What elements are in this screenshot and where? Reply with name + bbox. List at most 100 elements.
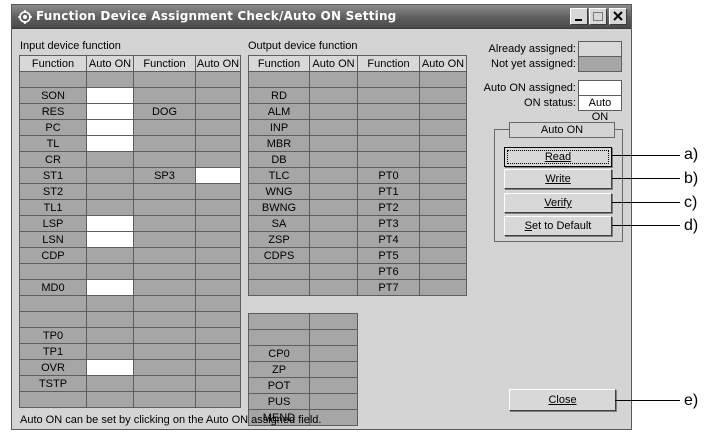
set-default-label: et to Default: [532, 220, 592, 232]
input-auto-on-cell[interactable]: [195, 343, 241, 360]
output-auto-on-cell[interactable]: [309, 135, 358, 152]
input-auto-on-cell[interactable]: [195, 151, 241, 168]
output-auto-on-cell[interactable]: [309, 151, 358, 168]
write-button[interactable]: Write: [504, 169, 612, 189]
input-auto-on-cell[interactable]: [86, 311, 134, 328]
output-auto-on-cell[interactable]: [419, 231, 467, 248]
input-auto-on-cell[interactable]: [195, 199, 241, 216]
input-auto-on-cell[interactable]: [86, 183, 134, 200]
output-auto-on-cell[interactable]: [309, 119, 358, 136]
output-auto-on-cell[interactable]: [419, 279, 467, 296]
output-auto-on-cell[interactable]: [419, 247, 467, 264]
output-auto-on-cell[interactable]: [309, 87, 358, 104]
output-auto-on-cell[interactable]: [309, 377, 358, 394]
input-auto-on-cell[interactable]: [86, 103, 134, 120]
output-auto-on-cell[interactable]: [309, 345, 358, 362]
input-auto-on-cell[interactable]: [86, 119, 134, 136]
output-auto-on-cell[interactable]: [309, 167, 358, 184]
input-auto-on-cell[interactable]: [195, 311, 241, 328]
input-auto-on-cell[interactable]: [86, 359, 134, 376]
input-auto-on-cell[interactable]: [86, 279, 134, 296]
output-auto-on-cell[interactable]: [309, 313, 358, 330]
input-auto-on-cell[interactable]: [86, 167, 134, 184]
output-auto-on-cell[interactable]: [309, 329, 358, 346]
input-auto-on-cell[interactable]: [86, 391, 134, 408]
close-window-button[interactable]: [609, 8, 627, 25]
input-auto-on-cell[interactable]: [195, 231, 241, 248]
output-auto-on-cell[interactable]: [419, 151, 467, 168]
output-auto-on-cell[interactable]: [309, 103, 358, 120]
input-auto-on-cell[interactable]: [86, 135, 134, 152]
output-auto-on-cell[interactable]: [419, 167, 467, 184]
output-auto-on-cell[interactable]: [419, 119, 467, 136]
input-auto-on-cell[interactable]: [195, 391, 241, 408]
input-auto-on-cell[interactable]: [86, 263, 134, 280]
input-auto-on-cell[interactable]: [86, 295, 134, 312]
input-auto-on-cell[interactable]: [86, 71, 134, 88]
output-auto-on-cell[interactable]: [309, 361, 358, 378]
maximize-button[interactable]: [589, 8, 607, 25]
output-auto-on-cell[interactable]: [419, 183, 467, 200]
input-auto-on-cell[interactable]: [195, 103, 241, 120]
output-table-row: MBR: [248, 135, 467, 152]
output-auto-on-cell[interactable]: [309, 183, 358, 200]
input-table-row: OVR: [19, 359, 241, 376]
output-auto-on-cell[interactable]: [419, 215, 467, 232]
input-auto-on-cell[interactable]: [195, 167, 241, 184]
close-button[interactable]: Close: [509, 389, 616, 411]
input-auto-on-cell[interactable]: [195, 359, 241, 376]
minimize-icon: [575, 19, 582, 21]
output-auto-on-cell[interactable]: [309, 279, 358, 296]
callout-line-e: [615, 400, 680, 401]
input-auto-on-cell[interactable]: [86, 327, 134, 344]
input-auto-on-cell[interactable]: [195, 279, 241, 296]
output-auto-on-cell[interactable]: [309, 263, 358, 280]
output-auto-on-cell[interactable]: [419, 199, 467, 216]
input-auto-on-cell[interactable]: [195, 119, 241, 136]
output-auto-on-cell[interactable]: [309, 71, 358, 88]
input-auto-on-cell[interactable]: [86, 343, 134, 360]
set-to-default-button[interactable]: Set to Default: [504, 216, 612, 236]
output-auto-on-cell[interactable]: [309, 199, 358, 216]
output-function-table: Function Auto ON Function Auto ON RD ALM I…: [248, 55, 467, 296]
input-auto-on-cell[interactable]: [195, 247, 241, 264]
output-auto-on-cell[interactable]: [419, 71, 467, 88]
input-auto-on-cell[interactable]: [195, 327, 241, 344]
input-auto-on-cell[interactable]: [195, 263, 241, 280]
output-auto-on-cell[interactable]: [419, 263, 467, 280]
output-auto-on-cell[interactable]: [309, 247, 358, 264]
input-header-auto-on-2: Auto ON: [195, 55, 241, 72]
output-header-function-1: Function: [248, 55, 310, 72]
output-auto-on-cell[interactable]: [309, 231, 358, 248]
input-auto-on-cell[interactable]: [86, 199, 134, 216]
output-auto-on-cell[interactable]: [419, 135, 467, 152]
write-label: Write: [545, 173, 571, 185]
output-auto-on-cell[interactable]: [309, 393, 358, 410]
input-auto-on-cell[interactable]: [195, 215, 241, 232]
input-auto-on-cell[interactable]: [195, 135, 241, 152]
input-table-row: PC: [19, 119, 241, 136]
output-table-row: [248, 313, 358, 330]
verify-button[interactable]: Verify: [504, 193, 612, 213]
output-auto-on-cell[interactable]: [309, 215, 358, 232]
minimize-button[interactable]: [570, 8, 588, 25]
output-function-table-extra: CP0 ZP POT PUS MEND: [248, 313, 358, 426]
input-auto-on-cell[interactable]: [195, 183, 241, 200]
input-auto-on-cell[interactable]: [86, 215, 134, 232]
input-auto-on-cell[interactable]: [195, 375, 241, 392]
input-auto-on-cell[interactable]: [86, 87, 134, 104]
read-button[interactable]: Read: [504, 147, 612, 167]
output-auto-on-cell[interactable]: [419, 103, 467, 120]
input-auto-on-cell[interactable]: [86, 247, 134, 264]
output-function-cell: RD: [248, 87, 310, 104]
input-auto-on-cell[interactable]: [195, 87, 241, 104]
input-auto-on-cell[interactable]: [195, 295, 241, 312]
input-auto-on-cell[interactable]: [86, 375, 134, 392]
input-auto-on-cell[interactable]: [86, 151, 134, 168]
input-function-cell: [133, 359, 196, 376]
input-auto-on-cell[interactable]: [195, 71, 241, 88]
output-auto-on-cell[interactable]: [419, 87, 467, 104]
verify-label: Verify: [544, 197, 572, 209]
set-default-mnemonic: S: [524, 220, 532, 232]
input-auto-on-cell[interactable]: [86, 231, 134, 248]
